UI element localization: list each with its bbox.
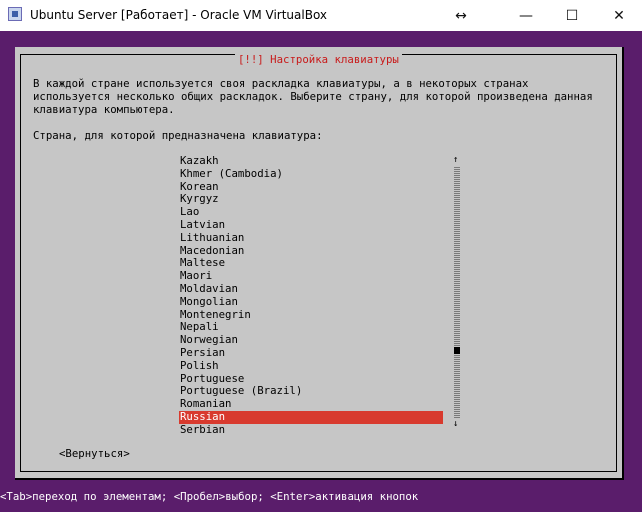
list-item[interactable]: Kazakh [179,154,443,168]
list-item[interactable]: Khmer (Cambodia) [179,167,443,181]
list-item[interactable]: Persian [179,346,443,360]
status-bar: <Tab>переход по элементам; <Пробел>выбор… [0,490,419,503]
list-item[interactable]: Kyrgyz [179,193,443,206]
list-item[interactable]: Mongolian [179,295,443,309]
maximize-button[interactable]: ☐ [549,0,595,31]
scroll-up-arrow-icon[interactable]: ↑ [453,154,458,167]
list-item[interactable]: Serbian [179,423,443,437]
list-item[interactable]: Moldavian [179,282,443,296]
list-item-selected[interactable]: Russian [179,410,443,424]
scrollbar-thumb[interactable] [454,347,460,354]
minimize-button[interactable]: — [503,0,549,31]
back-button[interactable]: <Вернуться> [59,447,130,461]
list-item[interactable]: Polish [179,359,443,373]
scroll-down-arrow-icon[interactable]: ↓ [453,418,458,431]
list-item[interactable]: Latvian [179,218,443,232]
dialog-description: В каждой стране используется своя раскла… [33,77,593,116]
vm-screen[interactable]: [!!] Настройка клавиатуры В каждой стран… [0,31,642,512]
scrollbar-track[interactable] [454,167,460,418]
country-list[interactable]: Kazakh Khmer (Cambodia) Korean Kyrgyz Lao Lat… [179,154,443,437]
window-title: Ubuntu Server [Работает] - Oracle VM Vir… [30,8,328,22]
keyboard-config-dialog: [!!] Настройка клавиатуры В каждой стран… [15,47,624,480]
list-item[interactable]: Maltese [179,257,443,270]
resize-icon[interactable]: ↔ [438,0,484,31]
country-label: Страна, для которой предназначена клавиа… [33,129,323,142]
virtualbox-icon [8,7,22,21]
list-item[interactable]: Lithuanian [179,231,443,245]
dialog-frame: [!!] Настройка клавиатуры В каждой стран… [20,53,617,472]
dialog-title: [!!] Настройка клавиатуры [235,53,402,67]
close-button[interactable]: ✕ [596,0,642,31]
window-titlebar[interactable]: Ubuntu Server [Работает] - Oracle VM Vir… [0,0,642,31]
